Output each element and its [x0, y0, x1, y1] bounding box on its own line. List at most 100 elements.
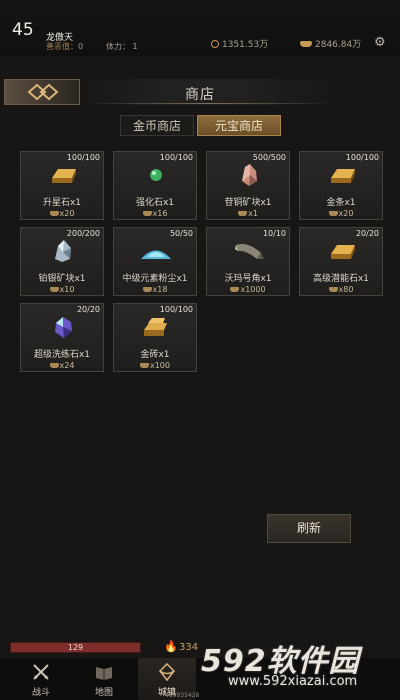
item-price-value: x80	[338, 285, 354, 294]
item-price: x10	[21, 285, 103, 294]
merit-stat: 善恶值：0	[46, 41, 83, 52]
item-stock: 100/100	[345, 153, 379, 162]
settings-gear-icon[interactable]: ⚙	[374, 35, 386, 50]
yuanbao-price-icon	[142, 211, 152, 216]
gold-coin-icon	[211, 39, 219, 48]
item-price-value: x16	[152, 209, 168, 218]
gold-bar-icon	[52, 169, 76, 183]
gold-brick-icon	[144, 318, 167, 336]
item-stock: 200/200	[66, 229, 100, 238]
item-price: x20	[300, 209, 382, 218]
silver-ore-icon	[55, 240, 71, 262]
item-price: x1000	[207, 285, 289, 294]
copper-ore-icon	[242, 164, 257, 186]
item-price-value: x20	[338, 209, 354, 218]
item-stock: 100/100	[159, 305, 193, 314]
item-name: 升星石x1	[42, 198, 82, 208]
item-stock: 50/50	[169, 229, 193, 238]
item-price-value: x100	[149, 361, 170, 370]
item-price: x20	[21, 209, 103, 218]
shop-item[interactable]: 100/100 升星石x1 x20	[20, 151, 104, 220]
item-price: x16	[114, 209, 196, 218]
item-price: x1	[207, 209, 289, 218]
back-button[interactable]	[4, 79, 80, 105]
nav-label: 战斗	[31, 688, 50, 698]
yuanbao-price-icon	[230, 287, 240, 292]
shop-item[interactable]: 500/500 苷铜矿块x1 x1	[206, 151, 290, 220]
item-price-value: x18	[152, 285, 168, 294]
item-stock: 20/20	[76, 305, 100, 314]
item-price: x18	[114, 285, 196, 294]
exp-readout: 419935428	[165, 692, 200, 699]
item-price-value: x1	[248, 209, 258, 218]
item-stock: 100/100	[66, 153, 100, 162]
item-price-value: x20	[59, 209, 75, 218]
crossed-swords-icon	[33, 664, 49, 680]
item-stock: 10/10	[262, 229, 286, 238]
hp-value: 129	[67, 643, 84, 652]
yuanbao-price-icon	[238, 211, 248, 216]
yuanbao-ingot-icon	[300, 40, 312, 47]
item-name: 苷铜矿块x1	[224, 198, 272, 208]
item-price: x80	[300, 285, 382, 294]
merit-label: 善恶值：	[46, 42, 78, 51]
item-name: 金砖x1	[140, 350, 170, 360]
yuanbao-price-icon	[328, 211, 338, 216]
shop-item[interactable]: 50/50 中级元素粉尘x1 x18	[113, 227, 197, 296]
shop-title: 商店	[185, 87, 215, 103]
shop-item[interactable]: 100/100 金条x1 x20	[299, 151, 383, 220]
green-orb-icon	[150, 169, 162, 181]
shop-item[interactable]: 10/10 沃玛号角x1 x1000	[206, 227, 290, 296]
shop-item[interactable]: 100/100 金砖x1 x100	[113, 303, 197, 372]
nav-tab-battle[interactable]: 战斗	[12, 658, 70, 700]
item-price-value: x24	[59, 361, 75, 370]
shop-item[interactable]: 200/200 铂银矿块x1 x10	[20, 227, 104, 296]
yuanbao-currency: 2846.84万	[300, 37, 361, 50]
tab-yuanbao-shop[interactable]: 元宝商店	[197, 115, 281, 136]
nav-label: 地图	[94, 688, 113, 698]
item-name: 超级洗练石x1	[33, 350, 91, 360]
item-name: 高级潜能石x1	[312, 274, 370, 284]
yuanbao-price-icon	[49, 211, 59, 216]
yuanbao-amount: 2846.84万	[315, 40, 362, 50]
player-level: 45	[12, 20, 34, 40]
map-book-icon	[96, 667, 112, 680]
gold-bar-icon	[331, 245, 355, 259]
town-emblem-icon	[159, 663, 175, 681]
item-name: 强化石x1	[135, 198, 175, 208]
horn-icon	[235, 244, 264, 259]
item-name: 铂银矿块x1	[38, 274, 86, 284]
yuanbao-price-icon	[142, 287, 152, 292]
nav-tab-map[interactable]: 地图	[75, 658, 133, 700]
fire-power-value: 334	[179, 642, 199, 653]
shop-item[interactable]: 100/100 强化石x1 x16	[113, 151, 197, 220]
refresh-button[interactable]: 刷新	[267, 514, 351, 543]
watermark-url: www.592xiazai.com	[228, 674, 358, 689]
shop-item[interactable]: 20/20 高级潜能石x1 x80	[299, 227, 383, 296]
item-stock: 100/100	[159, 153, 193, 162]
item-name: 金条x1	[326, 198, 356, 208]
gold-currency: 1351.53万	[211, 37, 268, 50]
yuanbao-price-icon	[49, 287, 59, 292]
item-stock: 500/500	[252, 153, 286, 162]
merit-value: 0	[78, 42, 84, 51]
gold-amount: 1351.53万	[222, 40, 269, 50]
stamina-stat: 体力： 1	[106, 42, 138, 51]
blue-dust-icon	[141, 250, 171, 259]
item-name: 中级元素粉尘x1	[122, 274, 188, 284]
crystal-icon	[55, 317, 72, 338]
ornament-back-icon	[27, 83, 59, 101]
yuanbao-price-icon	[49, 363, 59, 368]
tab-gold-shop[interactable]: 金币商店	[120, 115, 194, 136]
yuanbao-price-icon	[139, 363, 149, 368]
item-price-value: x1000	[240, 285, 266, 294]
item-stock: 20/20	[355, 229, 379, 238]
yuanbao-price-icon	[328, 287, 338, 292]
gold-bar-icon	[331, 169, 355, 183]
flame-icon: 🔥	[164, 640, 178, 653]
shop-item-grid: 100/100 升星石x1 x20 100/100 强化石x1 x16 500/…	[20, 151, 383, 372]
item-price: x100	[114, 361, 196, 370]
item-price-value: x10	[59, 285, 75, 294]
item-name: 沃玛号角x1	[224, 274, 272, 284]
shop-item[interactable]: 20/20 超级洗练石x1 x24	[20, 303, 104, 372]
